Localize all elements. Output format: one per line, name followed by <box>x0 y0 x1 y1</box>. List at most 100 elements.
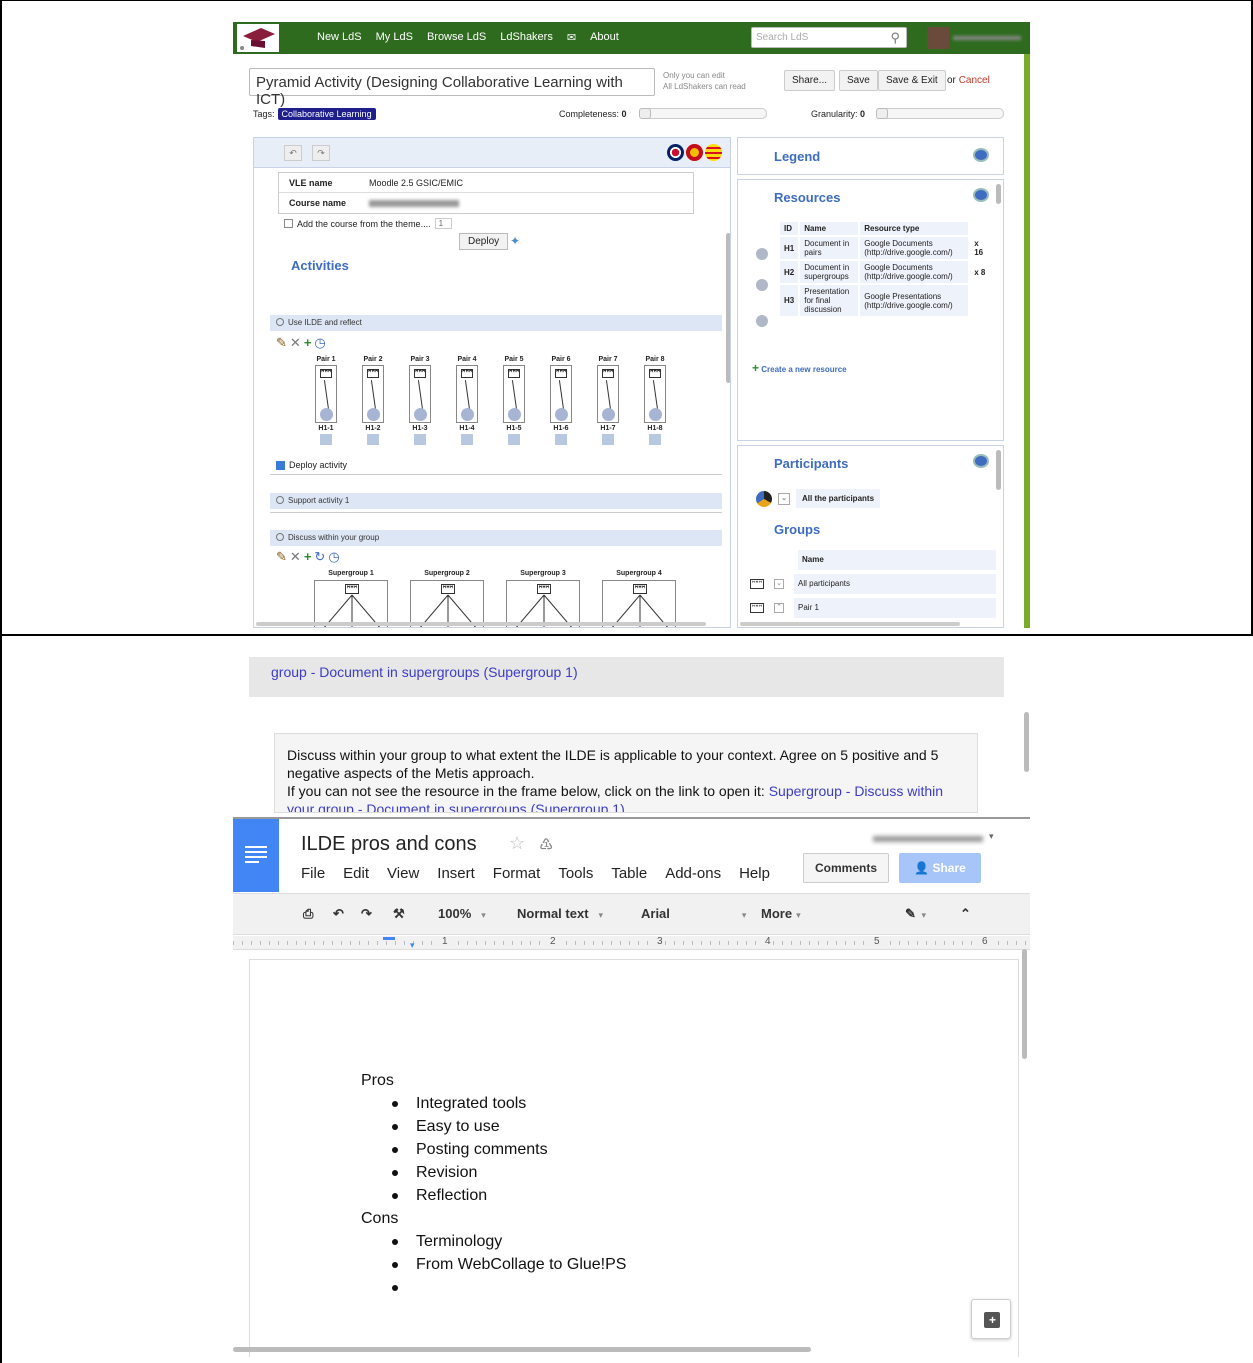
menu-edit[interactable]: Edit <box>343 865 369 882</box>
collapse-icon[interactable]: ⌄ <box>774 579 784 589</box>
slider-handle[interactable] <box>876 108 888 119</box>
menu-help[interactable]: Help <box>739 865 770 882</box>
slider-handle[interactable] <box>639 108 651 119</box>
supergroup[interactable]: Supergroup 1 ꟸꟸꟸ <box>314 570 388 627</box>
undo-icon[interactable]: ↶ <box>333 906 344 922</box>
edit-pencil-icon[interactable]: ✎ <box>276 335 287 351</box>
create-resource-link[interactable]: + Create a new resource <box>752 361 847 375</box>
resource-icon[interactable] <box>649 434 661 445</box>
explore-button[interactable]: + <box>971 1299 1011 1339</box>
supergroup[interactable]: Supergroup 2 ꟸꟸꟸ <box>410 570 484 627</box>
legend-toggle-icon[interactable] <box>973 148 989 162</box>
resources-vscroll[interactable] <box>996 184 1001 204</box>
paint-format-icon[interactable]: ⚒ <box>393 906 405 922</box>
search-icon[interactable]: ⚲ <box>890 30 900 46</box>
more-select[interactable]: More ▾ <box>761 906 801 921</box>
add-icon[interactable]: + <box>304 549 312 565</box>
undo-icon[interactable]: ↶ <box>284 145 302 161</box>
design-hscroll[interactable] <box>256 622 706 626</box>
zoom-select[interactable]: 100% ▾ <box>438 906 486 921</box>
cancel-link[interactable]: Cancel <box>959 75 990 86</box>
granularity-slider[interactable] <box>876 108 1004 119</box>
delete-icon[interactable]: ✕ <box>290 549 301 565</box>
deploy-activity-checkbox[interactable] <box>276 460 285 470</box>
user-name-blurred[interactable] <box>953 36 1021 40</box>
indent-marker[interactable] <box>383 937 395 940</box>
spain-flag-icon[interactable] <box>686 144 703 161</box>
gear-icon[interactable] <box>756 315 768 327</box>
catalonia-flag-icon[interactable] <box>705 144 722 161</box>
nav-about[interactable]: About <box>590 31 619 44</box>
doc-page[interactable]: Pros Integrated tools Easy to use Postin… <box>249 959 1019 1357</box>
resources-toggle-icon[interactable] <box>973 188 989 202</box>
refresh-icon[interactable]: ↻ <box>314 549 325 565</box>
nav-browse-lds[interactable]: Browse LdS <box>427 31 486 44</box>
tab-marker-icon[interactable]: ▾ <box>410 940 415 951</box>
activity-header[interactable]: Discuss within your group <box>270 530 722 546</box>
doc-vscroll[interactable] <box>1022 949 1027 1059</box>
participants-hscroll[interactable] <box>740 622 960 626</box>
resource-icon[interactable] <box>367 434 379 445</box>
resource-icon[interactable] <box>555 434 567 445</box>
comments-button[interactable]: Comments <box>803 853 889 883</box>
nav-ldshakers[interactable]: LdShakers <box>500 31 553 44</box>
pair-group[interactable]: Pair 8 ꟸꟸꟸ H1-8 <box>643 356 667 445</box>
pair-group[interactable]: Pair 2 ꟸꟸꟸ H1-2 <box>361 356 385 445</box>
expand-icon[interactable]: ⌃ <box>774 603 784 613</box>
resource-icon[interactable] <box>461 434 473 445</box>
print-icon[interactable]: ⎙ <box>303 906 313 922</box>
collapse-toolbar-icon[interactable]: ⌃ <box>960 906 971 922</box>
pair-group[interactable]: Pair 5 ꟸꟸꟸ H1-5 <box>502 356 526 445</box>
account-chevron-icon[interactable]: ▾ <box>989 831 994 842</box>
add-icon[interactable]: + <box>304 335 312 351</box>
deploy-puzzle-icon[interactable]: ✦ <box>510 234 520 248</box>
share-button[interactable]: 👤 Share <box>899 853 981 883</box>
search-input[interactable]: Search LdS ⚲ <box>751 27 907 48</box>
all-participants-label[interactable]: All the participants <box>796 489 881 508</box>
pair-group[interactable]: Pair 3 ꟸꟸꟸ H1-3 <box>408 356 432 445</box>
table-row[interactable]: ꟸꟸꟸ ⌃ Pair 1 <box>750 596 996 620</box>
gear-icon[interactable] <box>756 279 768 291</box>
edit-pencil-icon[interactable]: ✎ <box>276 549 287 565</box>
pen-icon[interactable]: ✎ ▾ <box>905 906 926 922</box>
participants-toggle-icon[interactable] <box>973 454 989 468</box>
doc-body[interactable]: Pros Integrated tools Easy to use Postin… <box>361 1069 626 1299</box>
docs-icon[interactable] <box>233 819 279 892</box>
avatar[interactable] <box>927 27 949 49</box>
menu-insert[interactable]: Insert <box>437 865 475 882</box>
participants-vscroll[interactable] <box>996 450 1001 490</box>
collapse-icon[interactable] <box>276 318 284 326</box>
theme-stepper[interactable]: 1 <box>434 218 453 229</box>
table-row[interactable]: H1 Document in pairs Google Documents (h… <box>780 237 990 259</box>
star-icon[interactable]: ☆ <box>509 833 525 854</box>
uk-flag-icon[interactable] <box>667 144 684 161</box>
resource-link[interactable]: group - Document in supergroups (Supergr… <box>271 664 578 680</box>
drive-folder-icon[interactable]: ♳ <box>539 835 553 855</box>
gear-icon[interactable] <box>756 248 768 260</box>
redo-icon[interactable]: ↷ <box>361 906 372 922</box>
clock-icon[interactable]: ◷ <box>314 335 325 351</box>
menu-addons[interactable]: Add-ons <box>665 865 721 882</box>
resource-icon[interactable] <box>508 434 520 445</box>
account-blurred[interactable] <box>873 836 983 842</box>
nav-my-lds[interactable]: My LdS <box>376 31 413 44</box>
style-select[interactable]: Normal text ▾ <box>517 906 603 921</box>
tag-collaborative-learning[interactable]: Collaborative Learning <box>277 108 376 120</box>
resource-icon[interactable] <box>602 434 614 445</box>
menu-file[interactable]: File <box>301 865 325 882</box>
theme-checkbox[interactable] <box>284 219 293 228</box>
table-row[interactable]: H3 Presentation for final discussion Goo… <box>780 285 990 316</box>
frame-hscroll[interactable] <box>233 1347 811 1352</box>
table-row[interactable]: H2 Document in supergroups Google Docume… <box>780 261 990 283</box>
doc-title[interactable]: ILDE pros and cons <box>301 833 477 856</box>
completeness-slider[interactable] <box>639 108 767 119</box>
save-button[interactable]: Save <box>839 70 878 91</box>
expand-icon[interactable]: ⌄ <box>778 492 790 505</box>
nav-new-lds[interactable]: New LdS <box>317 31 362 44</box>
mail-icon[interactable]: ✉ <box>567 31 576 44</box>
pair-group[interactable]: Pair 4 ꟸꟸꟸ H1-4 <box>455 356 479 445</box>
supergroup[interactable]: Supergroup 3 ꟸꟸꟸ <box>506 570 580 627</box>
page-vscroll[interactable] <box>1024 712 1029 772</box>
menu-format[interactable]: Format <box>493 865 541 882</box>
redo-icon[interactable]: ↷ <box>312 145 330 161</box>
